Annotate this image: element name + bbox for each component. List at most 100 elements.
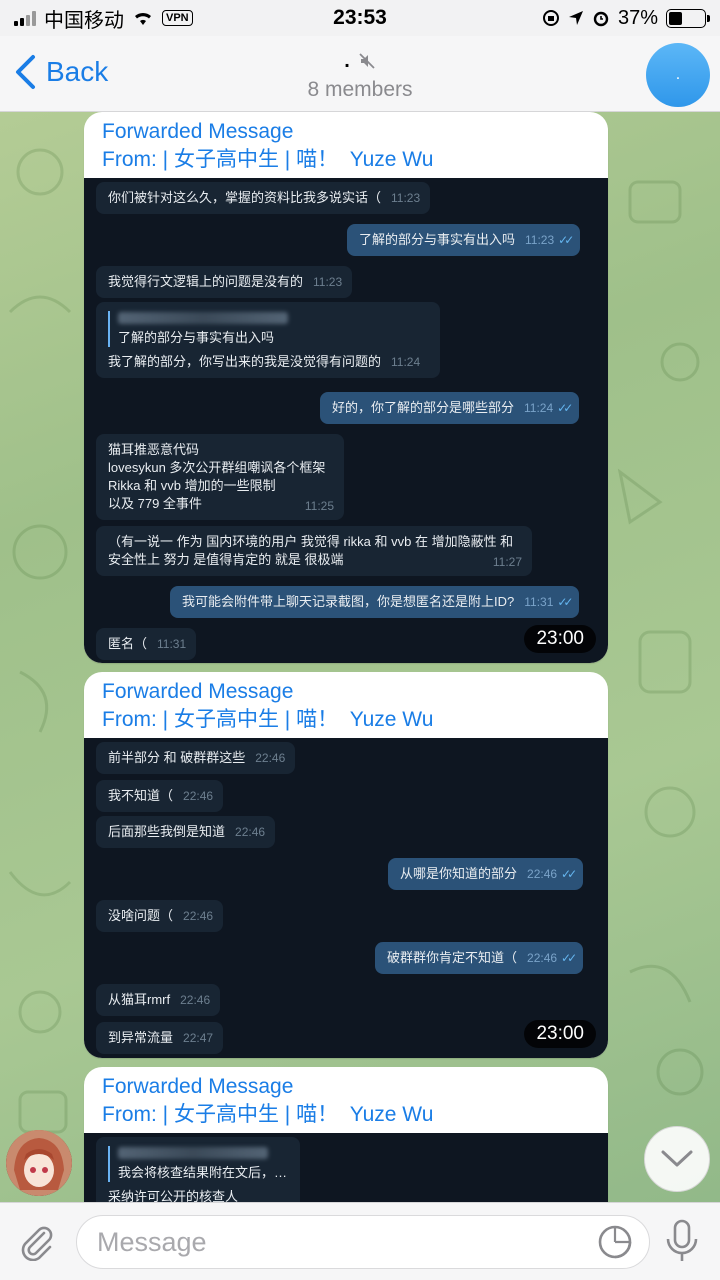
message-line: 以及 779 全事件 [108, 496, 202, 511]
forwarded-from[interactable]: From: | 女子高中生 | 喵！ Yuze Wu [102, 705, 590, 735]
message-text: 我可能会附件带上聊天记录截图，你是想匿名还是附上ID? [182, 594, 515, 609]
message-time: 22:46 [180, 993, 211, 1007]
list-item: 猫耳推恶意代码 lovesykun 多次公开群组嘲讽各个框架 Rikka 和 v… [96, 434, 344, 520]
list-item: 我不知道（ 22:46 [96, 780, 224, 812]
message-time: 22:46 [527, 867, 558, 881]
list-item: 前半部分 和 破群群这些 22:46 [96, 742, 296, 774]
forwarded-label: Forwarded Message [102, 680, 294, 703]
wifi-icon [135, 12, 151, 25]
message-line: 猫耳推恶意代码 [108, 442, 200, 457]
message-text: 到异常流量 [108, 1030, 174, 1045]
chevron-left-icon [16, 55, 35, 89]
message-text: 采纳许可公开的核查人 [108, 1189, 239, 1202]
paperclip-icon[interactable] [16, 1221, 56, 1261]
chat-header: Back . 8 members . [0, 36, 720, 112]
message-list[interactable]: Forwarded Message From: | 女子高中生 | 喵！ Yuz… [0, 112, 720, 1202]
read-checkmarks-icon: ✓✓ [561, 951, 577, 965]
message-text: 破群群你肯定不知道（ [387, 950, 518, 965]
back-button[interactable]: Back [14, 54, 108, 90]
forwarded-label: Forwarded Message [102, 120, 294, 143]
anime-avatar-icon [6, 1130, 72, 1196]
quoted-text: 我会将核查结果附在文后，… [118, 1165, 288, 1180]
message-text: 我觉得行文逻辑上的问题是没有的 [108, 274, 304, 289]
message-line: （有一说一 作为 国内环境的用户 我觉得 rikka 和 vvb 在 增加隐蔽性… [108, 534, 514, 549]
list-item: 了解的部分与事实有出入吗 11:23 ✓✓ [347, 224, 581, 256]
forwarded-from[interactable]: From: | 女子高中生 | 喵！ Yuze Wu [102, 1100, 590, 1130]
screenshot-image[interactable]: 前半部分 和 破群群这些 22:46 我不知道（ 22:46 后面那些我倒是知道 22… [84, 738, 608, 1058]
screenshot-image[interactable]: 你们被针对这么久，掌握的资料比我多说实话（ 11:23 了解的部分与事实有出入吗 1… [84, 178, 608, 663]
reply-quote: 我会将核查结果附在文后，… [108, 1146, 290, 1182]
blurred-name [118, 312, 288, 324]
list-item: 你们被针对这么久，掌握的资料比我多说实话（ 11:23 [96, 182, 431, 214]
message-text: 没啥问题（ [108, 908, 174, 923]
forwarded-from[interactable]: From: | 女子高中生 | 喵！ Yuze Wu [102, 145, 590, 175]
scroll-to-bottom-button[interactable] [644, 1126, 710, 1192]
message-time: 11:31 [524, 595, 554, 609]
message-text: 了解的部分与事实有出入吗 [359, 232, 516, 247]
message-input[interactable] [76, 1215, 650, 1269]
screenshot-image[interactable]: 我会将核查结果附在文后，… 采纳许可公开的核查人 [84, 1133, 608, 1202]
message-text: 好的，你了解的部分是哪些部分 [332, 400, 515, 415]
image-timestamp: 23:00 [524, 1020, 596, 1048]
chat-title: . [344, 49, 350, 72]
forwarded-label: Forwarded Message [102, 1075, 294, 1098]
message-time: 22:46 [183, 789, 214, 803]
status-bar: 中国移动 VPN 23:53 37% [0, 0, 720, 36]
chat-title-area[interactable]: . 8 members [210, 48, 510, 102]
message-time: 22:47 [183, 1031, 214, 1045]
forwarded-message[interactable]: Forwarded Message From: | 女子高中生 | 喵！ Yuz… [84, 1067, 608, 1202]
member-count: 8 members [307, 78, 413, 101]
message-time: 22:46 [255, 751, 286, 765]
composer [0, 1202, 720, 1280]
forward-source: From: | 女子高中生 | 喵！ [102, 1103, 339, 1126]
message-text: 从猫耳rmrf [108, 992, 171, 1007]
list-item: 从猫耳rmrf 22:46 [96, 984, 221, 1016]
message-text: 从哪是你知道的部分 [400, 866, 518, 881]
message-text: 匿名（ [108, 636, 148, 651]
battery-icon [666, 8, 710, 28]
sticker-icon[interactable] [596, 1223, 634, 1261]
quoted-text: 了解的部分与事实有出入吗 [118, 330, 275, 345]
message-time: 22:46 [235, 825, 266, 839]
list-item: 匿名（ 11:31 [96, 628, 197, 660]
message-time: 11:31 [157, 637, 187, 651]
message-time: 11:24 [391, 355, 421, 369]
message-time: 22:46 [527, 951, 558, 965]
forward-author: Yuze Wu [349, 708, 434, 731]
forward-author: Yuze Wu [349, 1103, 434, 1126]
read-checkmarks-icon: ✓✓ [557, 401, 573, 415]
forwarded-message[interactable]: Forwarded Message From: | 女子高中生 | 喵！ Yuz… [84, 112, 608, 663]
message-text: 我不知道（ [108, 788, 174, 803]
location-icon [568, 11, 583, 25]
group-avatar-text: . [675, 66, 681, 83]
message-text: 我了解的部分，你写出来的我是没觉得有问题的 [108, 354, 382, 369]
microphone-icon[interactable] [662, 1217, 702, 1267]
battery-percent: 37% [617, 6, 658, 29]
message-text: 你们被针对这么久，掌握的资料比我多说实话（ [108, 190, 382, 205]
message-text: 前半部分 和 破群群这些 [108, 750, 246, 765]
message-time: 11:24 [524, 401, 554, 415]
avatar[interactable] [6, 1130, 72, 1196]
list-item: 没啥问题（ 22:46 [96, 900, 224, 932]
list-item: 到异常流量 22:47 [96, 1022, 224, 1054]
message-time: 11:23 [313, 275, 343, 289]
list-item: 我觉得行文逻辑上的问题是没有的 11:23 [96, 266, 353, 298]
group-avatar[interactable]: . [646, 43, 710, 107]
carrier-label: 中国移动 [44, 9, 124, 32]
list-item: 了解的部分与事实有出入吗 我了解的部分，你写出来的我是没觉得有问题的 11:24 [96, 302, 440, 378]
message-line: 安全性上 努力 是值得肯定的 就是 很极端 [108, 552, 344, 567]
message-line: lovesykun 多次公开群组嘲讽各个框架 [108, 460, 326, 475]
read-checkmarks-icon: ✓✓ [561, 867, 577, 881]
reply-quote: 了解的部分与事实有出入吗 [108, 311, 430, 347]
list-item: 好的，你了解的部分是哪些部分 11:24 ✓✓ [320, 392, 580, 424]
message-time: 11:23 [391, 191, 421, 205]
message-time: 11:25 [304, 499, 334, 513]
message-time: 11:27 [492, 555, 522, 569]
read-checkmarks-icon: ✓✓ [557, 595, 573, 609]
list-item: 后面那些我倒是知道 22:46 [96, 816, 276, 848]
forwarded-message[interactable]: Forwarded Message From: | 女子高中生 | 喵！ Yuz… [84, 672, 608, 1058]
list-item: 我会将核查结果附在文后，… 采纳许可公开的核查人 [96, 1137, 300, 1202]
list-item: （有一说一 作为 国内环境的用户 我觉得 rikka 和 vvb 在 增加隐蔽性… [96, 526, 532, 576]
forward-source: From: | 女子高中生 | 喵！ [102, 708, 339, 731]
message-line: Rikka 和 vvb 增加的一些限制 [108, 478, 276, 493]
